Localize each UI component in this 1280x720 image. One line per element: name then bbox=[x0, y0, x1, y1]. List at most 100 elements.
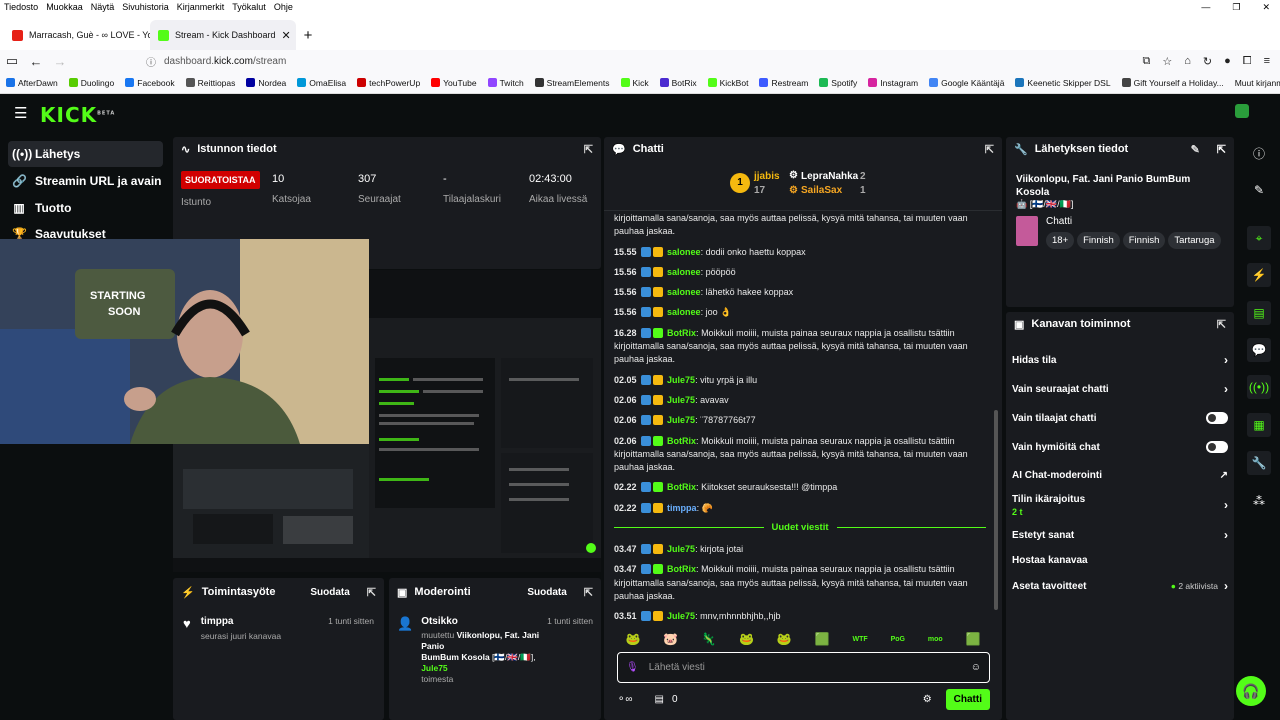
bookmark-item[interactable]: Instagram bbox=[868, 78, 918, 88]
browser-tab-kick[interactable]: Stream - Kick Dashboard ✕ bbox=[150, 20, 296, 50]
new-tab-button[interactable]: + bbox=[296, 20, 320, 50]
wrench-icon[interactable]: 🔧 bbox=[1247, 451, 1271, 475]
message-username[interactable]: BotRix bbox=[667, 564, 696, 574]
message-username[interactable]: BotRix bbox=[667, 436, 696, 446]
menu-help[interactable]: Ohje bbox=[274, 2, 293, 12]
menu-edit[interactable]: Muokkaa bbox=[46, 2, 83, 12]
home-icon[interactable]: ⌂ bbox=[1184, 55, 1191, 68]
bookmark-item[interactable]: Gift Yourself a Holiday... bbox=[1121, 78, 1224, 88]
category-name[interactable]: Chatti bbox=[1046, 216, 1224, 227]
message-username[interactable]: salonee bbox=[667, 307, 701, 317]
tag-chip[interactable]: Tartaruga bbox=[1168, 232, 1221, 249]
broadcast-icon[interactable]: ((•)) bbox=[1247, 375, 1271, 399]
menu-history[interactable]: Sivuhistoria bbox=[122, 2, 169, 12]
message-username[interactable]: BotRix bbox=[667, 482, 696, 492]
close-window-icon[interactable]: ✕ bbox=[1262, 2, 1270, 13]
back-icon[interactable]: ← bbox=[24, 54, 48, 69]
nav-revenue[interactable]: ▥ Tuotto bbox=[8, 195, 163, 221]
info-icon[interactable]: ⓘ bbox=[1247, 141, 1271, 165]
minimize-icon[interactable]: — bbox=[1201, 2, 1210, 13]
forward-icon[interactable]: → bbox=[48, 54, 72, 69]
emote-button[interactable]: 🐸 bbox=[739, 632, 754, 646]
account-age-row[interactable]: Tilin ikärajoitus 2 t › bbox=[1012, 494, 1228, 517]
emote-button[interactable]: 🐸 bbox=[625, 632, 640, 646]
bookmark-item[interactable]: YouTube bbox=[431, 78, 477, 88]
sidebar-toggle-icon[interactable]: ▭ bbox=[0, 53, 24, 69]
activity-user[interactable]: timppa bbox=[201, 616, 281, 627]
tag-chip[interactable]: Finnish bbox=[1122, 232, 1166, 249]
bookmark-item[interactable]: Twitch bbox=[487, 78, 524, 88]
emote-button[interactable]: 🐸 bbox=[777, 632, 792, 646]
top-user-3[interactable]: SailaSax bbox=[801, 185, 842, 196]
send-chat-button[interactable]: Chatti bbox=[945, 688, 990, 710]
bookmark-item[interactable]: BotRix bbox=[659, 78, 697, 88]
gear-icon[interactable]: ⚙ bbox=[923, 694, 932, 705]
message-username[interactable]: BotRix bbox=[667, 328, 696, 338]
expand-icon[interactable]: ⇱ bbox=[584, 586, 593, 599]
message-username[interactable]: salonee bbox=[667, 247, 701, 257]
menu-file[interactable]: Tiedosto bbox=[4, 2, 38, 12]
message-username[interactable]: salonee bbox=[667, 267, 701, 277]
set-goals-row[interactable]: Aseta tavoitteet ● 2 aktiivista › bbox=[1012, 579, 1228, 593]
nav-broadcast[interactable]: ((•)) Lähetys bbox=[8, 141, 163, 167]
extensions-icon[interactable]: ⧠ bbox=[1243, 55, 1252, 68]
menu-view[interactable]: Näytä bbox=[91, 2, 115, 12]
bookmark-item[interactable]: AfterDawn bbox=[6, 78, 58, 88]
bookmark-star-icon[interactable]: ☆ bbox=[1162, 55, 1172, 68]
expand-icon[interactable]: ⇱ bbox=[1217, 143, 1226, 156]
restore-icon[interactable]: ❐ bbox=[1232, 2, 1240, 13]
dots-icon[interactable]: ⁂ bbox=[1247, 489, 1271, 513]
top-user-2[interactable]: LepraNahka bbox=[801, 171, 858, 182]
hamburger-menu-icon[interactable]: ☰ bbox=[14, 104, 27, 122]
expand-icon[interactable]: ⇱ bbox=[584, 143, 593, 156]
emote-button[interactable]: 🐷 bbox=[663, 632, 678, 646]
bookmark-item[interactable]: Google Kääntäjä bbox=[929, 78, 1004, 88]
bookmark-item[interactable]: Restream bbox=[759, 78, 808, 88]
emoji-icon[interactable]: ☺ bbox=[971, 662, 981, 673]
help-headset-button[interactable]: 🎧 bbox=[1236, 676, 1266, 706]
emote-button[interactable]: WTF bbox=[853, 636, 868, 643]
bookmark-item[interactable]: StreamElements bbox=[534, 78, 610, 88]
bookmark-item[interactable]: Reittiopas bbox=[185, 78, 235, 88]
tag-chip[interactable]: Finnish bbox=[1077, 232, 1120, 249]
message-username[interactable]: salonee bbox=[667, 287, 701, 297]
message-username[interactable]: Jule75 bbox=[667, 415, 695, 425]
message-username[interactable]: Jule75 bbox=[667, 611, 695, 621]
bookmark-item[interactable]: Facebook bbox=[125, 78, 175, 88]
host-channel-row[interactable]: Hostaa kanavaa bbox=[1012, 555, 1228, 566]
emote-only-toggle[interactable] bbox=[1206, 441, 1228, 453]
tag-chip[interactable]: 18+ bbox=[1046, 232, 1075, 249]
bookmark-item[interactable]: Spotify bbox=[819, 78, 857, 88]
other-bookmarks[interactable]: Muut kirjanmerkit bbox=[1235, 78, 1280, 88]
top-user-1[interactable]: jjabis bbox=[754, 171, 780, 182]
browser-tab-youtube[interactable]: Marracash, Guè - ∞ LOVE - You✕ bbox=[4, 20, 150, 50]
pencil-icon[interactable]: ✎ bbox=[1247, 178, 1271, 202]
filter-button[interactable]: Suodata bbox=[310, 587, 349, 598]
address-bar[interactable]: ⓘ dashboard.kick.com/stream bbox=[146, 54, 286, 69]
reload-icon[interactable]: ↻ bbox=[1203, 55, 1212, 68]
blocked-words-row[interactable]: Estetyt sanat › bbox=[1012, 528, 1228, 542]
emote-button[interactable]: PoG bbox=[891, 636, 905, 643]
emote-button[interactable]: 🦎 bbox=[701, 632, 716, 646]
user-avatar[interactable] bbox=[1235, 104, 1249, 118]
bookmark-item[interactable]: KickBot bbox=[707, 78, 748, 88]
filter-button[interactable]: Suodata bbox=[527, 587, 566, 598]
message-username[interactable]: Jule75 bbox=[667, 544, 695, 554]
subs-only-toggle[interactable] bbox=[1206, 412, 1228, 424]
bookmark-item[interactable]: Kick bbox=[620, 78, 649, 88]
expand-icon[interactable]: ⇱ bbox=[367, 586, 376, 599]
mod-user[interactable]: Jule75 bbox=[421, 663, 447, 673]
expand-icon[interactable]: ⇱ bbox=[985, 143, 994, 156]
bookmark-item[interactable]: OmaElisa bbox=[297, 78, 346, 88]
menu-bookmarks[interactable]: Kirjanmerkit bbox=[177, 2, 225, 12]
bookmark-item[interactable]: Duolingo bbox=[68, 78, 114, 88]
emote-button[interactable]: moo bbox=[928, 636, 943, 643]
message-username[interactable]: timppa bbox=[667, 503, 697, 513]
chat-input[interactable]: 🎙 Lähetä viesti ☺ bbox=[617, 652, 990, 683]
chat-scrollbar[interactable] bbox=[994, 410, 998, 610]
document-icon[interactable]: ▤ bbox=[1247, 301, 1271, 325]
followers-only-row[interactable]: Vain seuraajat chatti › bbox=[1012, 382, 1228, 396]
message-username[interactable]: Jule75 bbox=[667, 375, 695, 385]
close-tab-icon[interactable]: ✕ bbox=[282, 29, 291, 42]
account-icon[interactable]: ● bbox=[1224, 55, 1231, 68]
